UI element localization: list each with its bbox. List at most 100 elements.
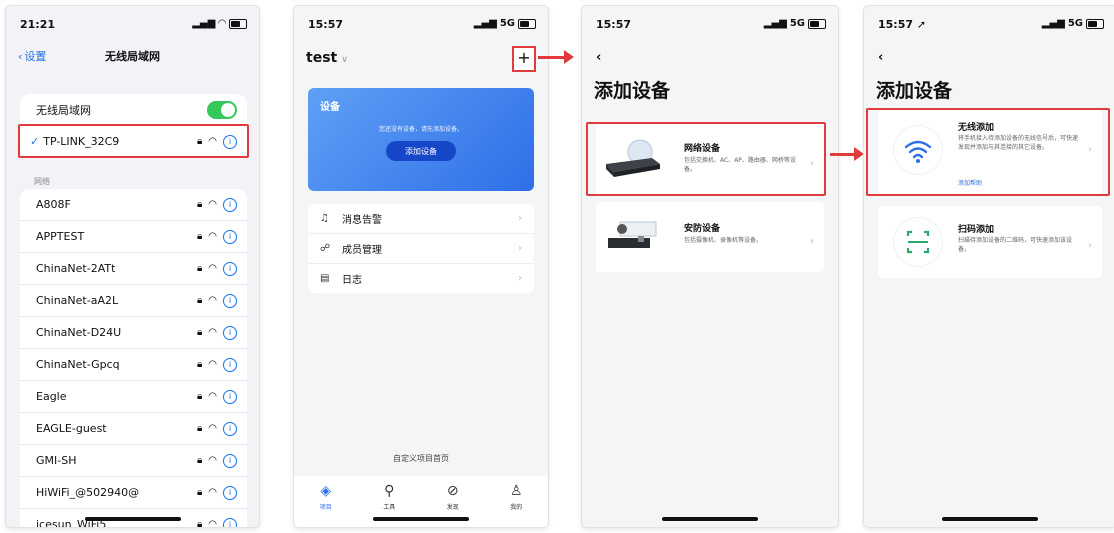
page-title: 无线局域网	[105, 50, 160, 63]
chevron-left-icon: ‹	[596, 50, 602, 65]
wlan-toggle[interactable]	[207, 100, 237, 119]
info-icon[interactable]: i	[223, 293, 237, 308]
wifi-icon: ◠	[208, 263, 217, 274]
layers-icon: ◈	[320, 483, 332, 499]
customize-home-link[interactable]: 自定义项目首页	[294, 453, 548, 464]
status-bar: 15:57 ▂▄▆ 5G	[596, 18, 826, 34]
home-indicator	[84, 517, 181, 521]
signal-icon: ▂▄▆	[763, 18, 787, 29]
location-icon: ➚	[916, 18, 927, 31]
tab-project[interactable]: ◈ 项目	[294, 476, 358, 527]
network-row[interactable]: Eagle 🔒︎ ◠ i	[20, 381, 247, 413]
wifi-icon: ◠	[208, 359, 217, 370]
status-bar: 15:57 ➚ ▂▄▆ 5G	[878, 18, 1104, 34]
wifi-icon: ◠	[208, 391, 217, 402]
info-icon[interactable]: i	[223, 261, 237, 276]
tab-mine[interactable]: ♙ 我的	[485, 476, 549, 527]
add-device-button[interactable]: 添加设备	[386, 141, 456, 161]
battery-icon	[518, 18, 536, 29]
info-icon[interactable]: i	[223, 421, 237, 436]
chevron-right-icon: ›	[518, 243, 522, 254]
add-button[interactable]: +	[512, 46, 536, 72]
page-title: 添加设备	[876, 80, 953, 102]
camera-device-icon	[608, 221, 657, 248]
info-icon[interactable]: i	[223, 229, 237, 244]
network-row[interactable]: APPTEST 🔒︎ ◠ i	[20, 221, 247, 253]
status-bar: 21:21 ▂▄▆ ◠	[20, 18, 247, 34]
nav-bar: ‹ 设置 无线局域网	[6, 48, 259, 70]
lock-icon: 🔒︎	[196, 423, 203, 434]
network-row[interactable]: EAGLE-guest 🔒︎ ◠ i	[20, 413, 247, 445]
network-name: ChinaNet-2ATt	[36, 262, 116, 275]
lock-icon: 🔒︎	[196, 359, 203, 370]
network-name: ChinaNet-Gpcq	[36, 358, 120, 371]
wifi-icon: ◠	[208, 455, 217, 466]
lock-icon: 🔒︎	[196, 199, 203, 210]
info-icon[interactable]: i	[223, 197, 237, 212]
arrow-icon	[830, 147, 864, 161]
lock-icon: 🔒︎	[196, 231, 203, 242]
home-indicator	[662, 517, 758, 521]
info-icon[interactable]: i	[223, 325, 237, 340]
network-row[interactable]: ChinaNet-Gpcq 🔒︎ ◠ i	[20, 349, 247, 381]
menu-list: ♫ 消息告警 › ☍ 成员管理 › ▤ 日志 ›	[308, 204, 534, 293]
scan-icon	[906, 230, 930, 254]
signal-icon: ▂▄▆	[1041, 18, 1065, 29]
info-icon[interactable]: i	[223, 357, 237, 372]
lock-icon: 🔒︎	[196, 263, 203, 274]
signal-icon: ▂▄▆	[192, 18, 216, 29]
network-row[interactable]: ChinaNet-aA2L 🔒︎ ◠ i	[20, 285, 247, 317]
battery-icon	[808, 18, 826, 29]
wifi-icon: ◠	[208, 199, 217, 210]
chevron-right-icon: ›	[518, 273, 522, 284]
network-name: A808F	[36, 198, 71, 211]
section-header: 网络	[34, 177, 50, 186]
network-name: ChinaNet-aA2L	[36, 294, 119, 307]
device-type-security[interactable]: 安防设备 包括摄像机、录像机等设备。 ›	[596, 202, 824, 272]
network-row[interactable]: ChinaNet-D24U 🔒︎ ◠ i	[20, 317, 247, 349]
network-row[interactable]: HiWiFi_@502940@ 🔒︎ ◠ i	[20, 477, 247, 509]
info-icon[interactable]: i	[223, 485, 237, 500]
home-indicator	[942, 517, 1038, 521]
project-selector[interactable]: test ∨	[306, 50, 348, 66]
lock-icon: 🔒︎	[196, 295, 203, 306]
lock-icon: 🔒︎	[196, 327, 203, 338]
info-icon[interactable]: i	[223, 453, 237, 468]
menu-item-members[interactable]: ☍ 成员管理 ›	[308, 234, 534, 264]
wifi-icon: ◠	[218, 18, 226, 29]
network-row[interactable]: GMI-SH 🔒︎ ◠ i	[20, 445, 247, 477]
network-name: Eagle	[36, 390, 67, 403]
chevron-right-icon: ›	[518, 213, 522, 224]
network-name: ChinaNet-D24U	[36, 326, 122, 339]
wifi-icon: ◠	[208, 519, 217, 527]
status-bar: 15:57 ▂▄▆ 5G	[308, 18, 536, 34]
wlan-toggle-row: 无线局域网	[20, 94, 247, 126]
info-icon[interactable]: i	[223, 517, 237, 527]
network-row[interactable]: A808F 🔒︎ ◠ i	[20, 189, 247, 221]
network-row[interactable]: ChinaNet-2ATt 🔒︎ ◠ i	[20, 253, 247, 285]
menu-item-log[interactable]: ▤ 日志 ›	[308, 264, 534, 293]
highlight-box	[586, 122, 826, 196]
network-list: A808F 🔒︎ ◠ i APPTEST 🔒︎ ◠ i ChinaNet-2ATt 🔒︎ ◠ i Chi…	[20, 189, 247, 527]
back-button[interactable]: ‹	[596, 50, 601, 65]
bell-icon: ♫	[320, 213, 329, 224]
add-method-scan[interactable]: 扫码添加 扫描待添加设备的二维码，可快速添加该设备。 ›	[878, 206, 1102, 278]
info-icon[interactable]: i	[223, 389, 237, 404]
menu-item-alerts[interactable]: ♫ 消息告警 ›	[308, 204, 534, 234]
chevron-down-icon: ∨	[341, 55, 348, 65]
battery-icon	[229, 18, 247, 29]
wifi-icon: ◠	[208, 423, 217, 434]
device-card: 设备 您还没有设备，请先添加设备。 添加设备	[308, 88, 534, 191]
network-name: HiWiFi_@502940@	[36, 486, 140, 499]
wifi-settings-screen: 21:21 ▂▄▆ ◠ ‹ 设置 无线局域网 无线局域网 ✓ TP-LINK_3…	[6, 6, 259, 527]
add-device-screen: 15:57 ▂▄▆ 5G ‹ 添加设备 网络设备 包括交换机、AC、AP、路由器…	[582, 6, 838, 527]
network-name: EAGLE-guest	[36, 422, 107, 435]
members-icon: ☍	[320, 243, 331, 254]
lock-icon: 🔒︎	[196, 455, 203, 466]
back-button[interactable]: ‹	[878, 50, 883, 65]
home-indicator	[373, 517, 469, 521]
signal-icon: ▂▄▆	[473, 18, 497, 29]
wifi-icon: ◠	[208, 487, 217, 498]
lock-icon: 🔒︎	[196, 519, 203, 527]
page-title: 添加设备	[594, 80, 671, 102]
